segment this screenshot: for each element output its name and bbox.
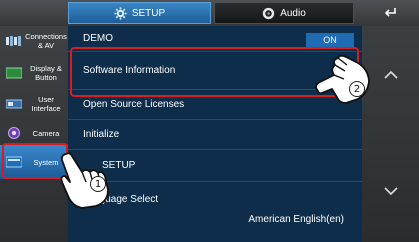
list-item-label: Initialize	[83, 129, 120, 140]
connections-icon	[6, 36, 21, 46]
callout-badge-2: 2	[349, 81, 365, 97]
speaker-icon	[263, 7, 275, 19]
sidebar-item-label: User Interface	[31, 95, 61, 113]
camera-icon	[8, 127, 20, 139]
callout-badge-1: 1	[90, 176, 106, 192]
user-interface-icon	[6, 99, 22, 109]
screen: SETUP Audio Connections & AV Display & B…	[0, 0, 419, 242]
tab-setup-label: SETUP	[131, 7, 166, 19]
demo-label: DEMO	[83, 33, 113, 44]
tab-audio[interactable]: Audio	[214, 2, 354, 24]
chevron-up-icon	[383, 70, 398, 79]
list-item-label: Open Source Licenses	[83, 99, 185, 110]
gear-icon	[114, 6, 127, 20]
sidebar-item-label: Display & Button	[30, 64, 62, 82]
demo-toggle[interactable]: ON	[306, 33, 354, 47]
tab-setup[interactable]: SETUP	[68, 2, 211, 24]
back-button[interactable]	[361, 0, 419, 26]
sidebar-item-display[interactable]: Display & Button	[0, 58, 68, 88]
sidebar-item-label: Camera	[32, 128, 60, 138]
pointing-hand-icon	[315, 55, 370, 104]
chevron-down-icon	[383, 187, 398, 196]
display-icon	[6, 67, 22, 79]
sidebar-item-user-interface[interactable]: User Interface	[0, 89, 68, 119]
language-value: American English(en)	[248, 214, 344, 225]
tab-audio-label: Audio	[280, 7, 306, 19]
top-bar: SETUP Audio	[0, 0, 419, 26]
scroll-down-button[interactable]	[362, 176, 419, 206]
list-item-initialize[interactable]: Initialize	[68, 120, 362, 150]
back-arrow-icon	[384, 8, 396, 17]
sidebar-item-label: Connections & AV	[25, 32, 67, 50]
sidebar-item-connections[interactable]: Connections & AV	[0, 26, 68, 56]
